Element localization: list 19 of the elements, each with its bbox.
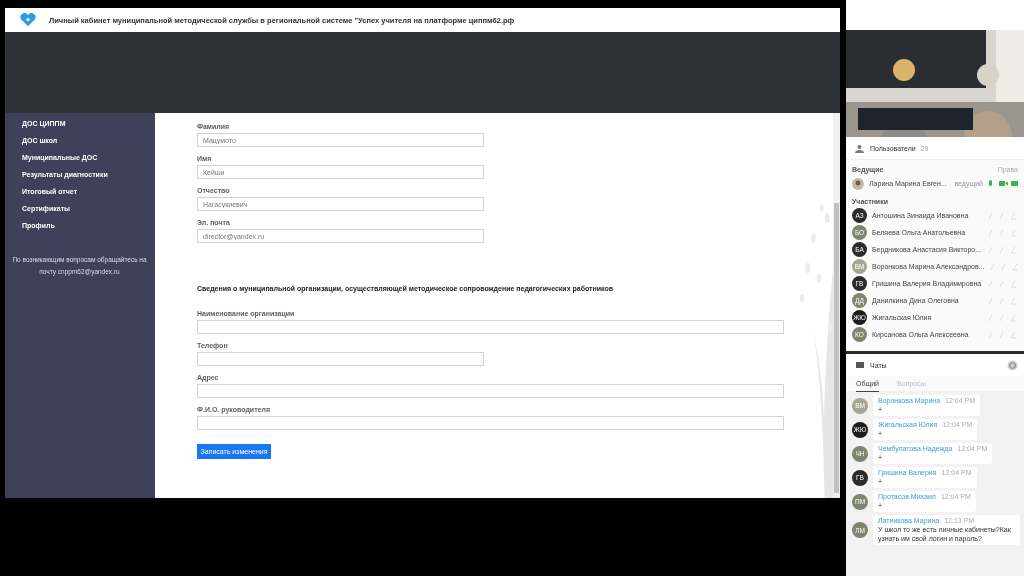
media-status-icon[interactable] xyxy=(988,179,1018,188)
media-status-icon[interactable] xyxy=(989,262,1020,271)
media-status-icon[interactable] xyxy=(988,313,1018,322)
heart-logo-icon xyxy=(19,13,37,27)
input-field[interactable] xyxy=(197,320,784,334)
users-icon xyxy=(854,143,865,153)
media-status-icon[interactable] xyxy=(988,330,1018,339)
input-field[interactable] xyxy=(197,384,784,398)
media-status-icon[interactable] xyxy=(988,211,1018,220)
media-status-icon[interactable] xyxy=(988,245,1018,254)
media-status-icon[interactable] xyxy=(988,296,1018,305)
scrollbar-thumb[interactable] xyxy=(834,203,839,493)
input-field[interactable] xyxy=(197,416,784,430)
media-status-icon[interactable] xyxy=(988,228,1018,237)
media-status-icon[interactable] xyxy=(988,279,1018,288)
avatar-icon xyxy=(852,177,864,190)
settings-icon[interactable] xyxy=(1007,359,1018,371)
chat-icon xyxy=(856,361,864,369)
input-field[interactable] xyxy=(197,352,484,366)
